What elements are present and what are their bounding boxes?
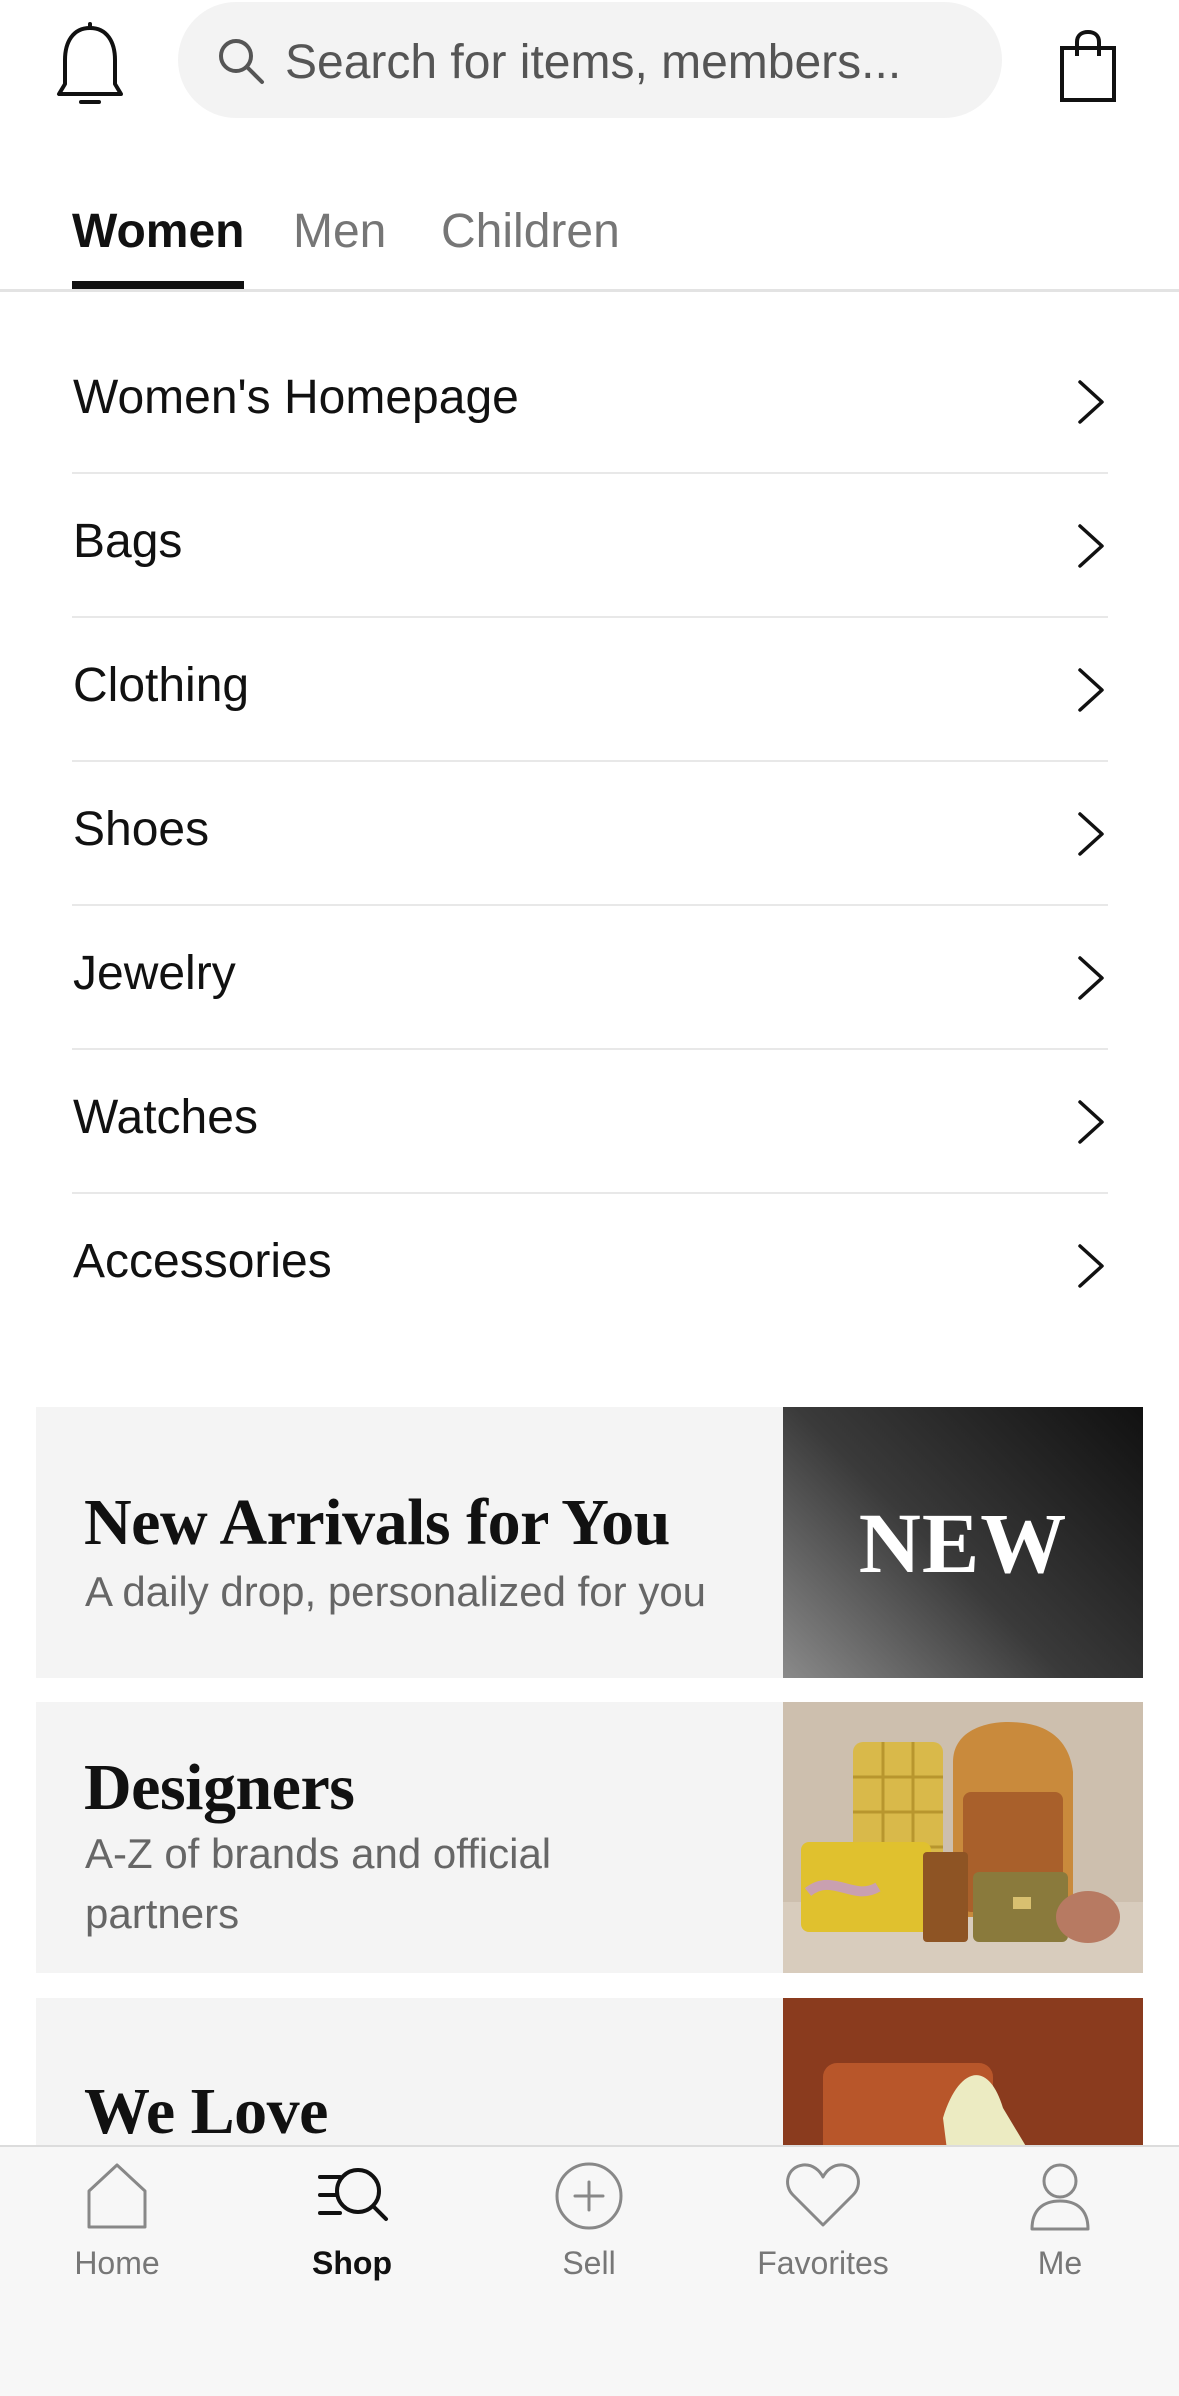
- nav-sell[interactable]: Sell: [489, 2161, 689, 2301]
- category-label: Bags: [73, 515, 183, 568]
- nav-home[interactable]: Home: [17, 2161, 217, 2301]
- category-item-shoes[interactable]: Shoes: [72, 762, 1108, 906]
- category-label: Shoes: [73, 803, 210, 856]
- category-item-watches[interactable]: Watches: [72, 1050, 1108, 1194]
- heart-icon: [786, 2163, 860, 2227]
- promo-image-new: NEW: [783, 1407, 1143, 1678]
- category-item-accessories[interactable]: Accessories: [72, 1194, 1108, 1338]
- home-icon: [87, 2163, 147, 2229]
- promo-card-new-arrivals[interactable]: New Arrivals for You A daily drop, perso…: [36, 1407, 1143, 1678]
- person-icon: [1030, 2163, 1090, 2231]
- new-badge-text: NEW: [858, 1494, 1068, 1591]
- chevron-right-icon: [1078, 956, 1104, 1000]
- tab-women[interactable]: Women: [72, 204, 244, 259]
- chevron-right-icon: [1078, 1244, 1104, 1288]
- shop-search-icon: [318, 2168, 388, 2221]
- category-label: Jewelry: [73, 947, 236, 1000]
- chevron-right-icon: [1078, 524, 1104, 568]
- top-bar: [0, 0, 1179, 130]
- active-tab-indicator: [72, 281, 244, 289]
- tab-children[interactable]: Children: [441, 204, 620, 259]
- promo-subtitle: A-Z of brands and official partners: [85, 1830, 552, 1937]
- promo-title: We Love: [84, 2075, 328, 2148]
- promo-card-designers[interactable]: Designers A-Z of brands and official par…: [36, 1702, 1143, 1973]
- search-bar[interactable]: [178, 2, 1002, 118]
- shopping-bag-icon[interactable]: [1058, 30, 1118, 104]
- category-label: Watches: [73, 1091, 258, 1144]
- category-label: Clothing: [73, 659, 250, 712]
- search-icon: [219, 39, 264, 84]
- chevron-right-icon: [1078, 668, 1104, 712]
- promo-title: New Arrivals for You: [84, 1486, 670, 1559]
- nav-me[interactable]: Me: [960, 2161, 1160, 2301]
- tab-men[interactable]: Men: [293, 204, 386, 259]
- chevron-right-icon: [1078, 380, 1104, 424]
- department-tabs: Women Men Children: [0, 178, 1179, 292]
- chevron-right-icon: [1078, 1100, 1104, 1144]
- search-input[interactable]: [285, 30, 975, 94]
- category-label: Women's Homepage: [73, 371, 519, 424]
- promo-title: Designers: [84, 1751, 355, 1824]
- bottom-navigation: Home Shop Sell Favorites Me: [0, 2145, 1179, 2396]
- nav-favorites[interactable]: Favorites: [723, 2161, 923, 2301]
- bell-icon[interactable]: [55, 22, 125, 112]
- nav-label: Home: [74, 2245, 160, 2281]
- category-item-jewelry[interactable]: Jewelry: [72, 906, 1108, 1050]
- category-item-womens-homepage[interactable]: Women's Homepage: [72, 330, 1108, 474]
- designer-bags-image: [783, 1702, 1143, 1973]
- category-item-clothing[interactable]: Clothing: [72, 618, 1108, 762]
- nav-label: Favorites: [757, 2245, 889, 2281]
- promo-subtitle: A daily drop, personalized for you: [85, 1568, 707, 1615]
- plus-circle-icon: [555, 2162, 623, 2230]
- category-list: Women's Homepage Bags Clothing Shoes Jew…: [72, 330, 1108, 1338]
- category-label: Accessories: [73, 1235, 332, 1288]
- chevron-right-icon: [1078, 812, 1104, 856]
- nav-label: Sell: [562, 2245, 616, 2281]
- nav-shop[interactable]: Shop: [252, 2161, 452, 2301]
- nav-label: Me: [1037, 2245, 1083, 2281]
- nav-label: Shop: [312, 2245, 392, 2281]
- category-item-bags[interactable]: Bags: [72, 474, 1108, 618]
